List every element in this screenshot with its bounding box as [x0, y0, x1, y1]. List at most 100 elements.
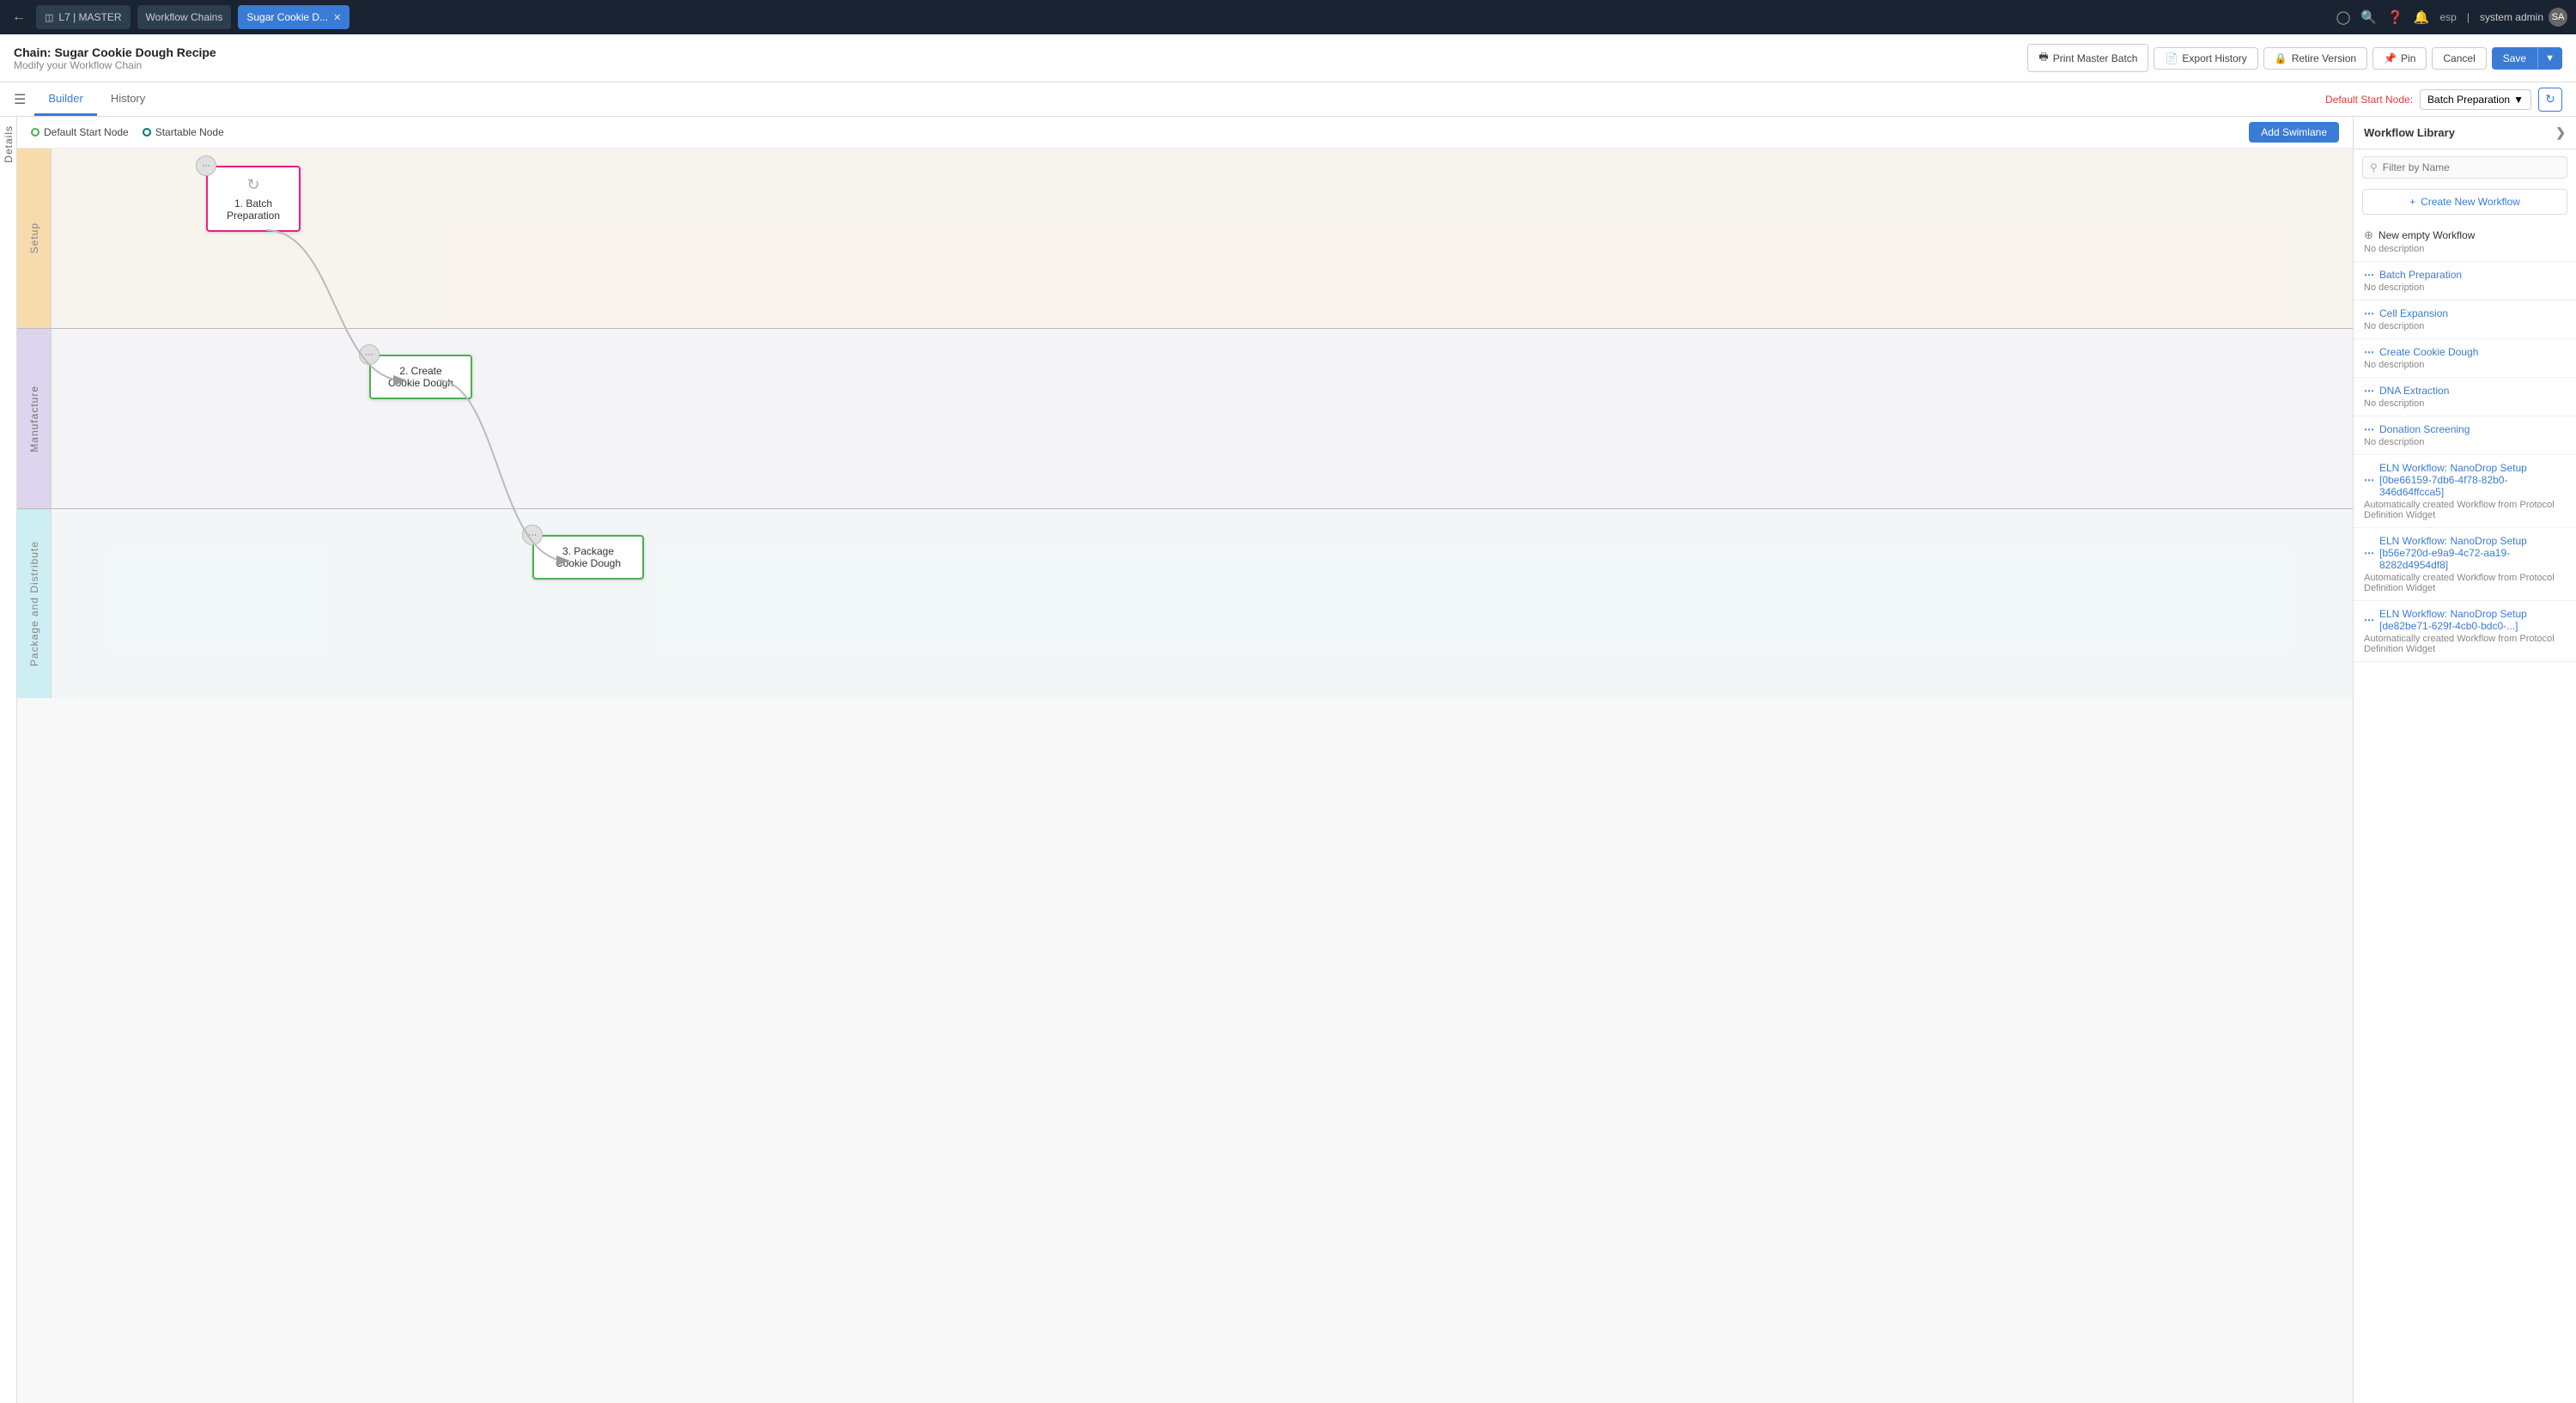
default-node-value: Batch Preparation — [2427, 94, 2510, 106]
app-tab-label: L7 | MASTER — [58, 11, 121, 23]
library-item-new-empty-desc: No description — [2364, 244, 2566, 254]
library-item-batch-prep-desc: No description — [2364, 282, 2566, 293]
workflow-node-1[interactable]: ⋯ ↻ 1. BatchPreparation — [206, 166, 301, 232]
library-item-new-empty[interactable]: ⊕ New empty Workflow No description — [2354, 222, 2576, 262]
legend-startable: Startable Node — [143, 126, 224, 138]
library-header: Workflow Library ❯ — [2354, 117, 2576, 149]
printer-icon: 🖶 — [2038, 49, 2048, 67]
locale-label: esp — [2439, 11, 2456, 23]
library-item-eln2-desc: Automatically created Workflow from Prot… — [2364, 573, 2566, 593]
add-swimlane-button[interactable]: Add Swimlane — [2249, 122, 2339, 143]
default-node-select[interactable]: Batch Preparation ▼ — [2420, 89, 2531, 110]
app-tab[interactable]: ◫ L7 | MASTER — [36, 5, 131, 29]
chain-subtitle: Modify your Workflow Chain — [14, 59, 2019, 71]
batch-prep-dots: ⋯ — [2364, 269, 2374, 281]
legend-dot-green — [31, 128, 39, 137]
print-label: Print Master Batch — [2053, 52, 2138, 64]
sugar-cookie-label: Sugar Cookie D... — [246, 11, 328, 23]
workflow-node-2[interactable]: ⋯ 2. CreateCookie Dough — [369, 355, 472, 399]
export-history-button[interactable]: 📄 Export History — [2154, 47, 2257, 70]
notification-icon[interactable]: 🔔 — [2414, 9, 2430, 25]
separator: | — [2467, 11, 2470, 23]
library-collapse-button[interactable]: ❯ — [2555, 125, 2566, 140]
save-label: Save — [2503, 52, 2526, 64]
tab-history[interactable]: History — [97, 83, 159, 116]
save-dropdown-button[interactable]: ▼ — [2537, 47, 2562, 70]
lock-icon: 🔒 — [2275, 52, 2287, 64]
save-button[interactable]: Save — [2492, 47, 2537, 70]
sugar-cookie-tab[interactable]: Sugar Cookie D... ✕ — [238, 5, 349, 29]
library-item-cookie-dough-title: ⋯ Create Cookie Dough — [2364, 346, 2566, 358]
create-workflow-button[interactable]: + Create New Workflow — [2362, 189, 2567, 215]
retire-version-button[interactable]: 🔒 Retire Version — [2263, 47, 2367, 70]
main-layout: Details Default Start Node Startable Nod… — [0, 117, 2576, 1403]
retire-label: Retire Version — [2292, 52, 2356, 64]
library-item-batch-prep[interactable]: ⋯ Batch Preparation No description — [2354, 262, 2576, 301]
library-item-eln1[interactable]: ⋯ ELN Workflow: NanoDrop Setup [0be66159… — [2354, 455, 2576, 528]
swimlane-setup-body: ⋯ ↻ 1. BatchPreparation — [52, 149, 2353, 328]
library-item-donation[interactable]: ⋯ Donation Screening No description — [2354, 416, 2576, 455]
library-item-dna-ext[interactable]: ⋯ DNA Extraction No description — [2354, 378, 2576, 416]
circle-icon: ◯ — [2336, 9, 2351, 25]
node-3-menu-button[interactable]: ⋯ — [522, 525, 543, 545]
tab-history-label: History — [111, 92, 145, 105]
refresh-button[interactable]: ↻ — [2538, 88, 2562, 112]
chevron-down-icon: ▼ — [2513, 94, 2524, 106]
swimlane-manufacture: Manufacture ⋯ 2. CreateCookie Dough — [17, 329, 2353, 509]
legend-bar: Default Start Node Startable Node Add Sw… — [17, 117, 2353, 149]
library-search-bar: ⚲ — [2362, 156, 2567, 179]
library-item-cookie-dough[interactable]: ⋯ Create Cookie Dough No description — [2354, 339, 2576, 378]
swimlane-setup-label-col: Setup — [17, 149, 52, 328]
node-1-menu-button[interactable]: ⋯ — [196, 155, 216, 176]
add-swimlane-label: Add Swimlane — [2261, 126, 2327, 138]
eln3-dots: ⋯ — [2364, 614, 2374, 626]
help-icon[interactable]: ❓ — [2387, 9, 2403, 25]
cell-exp-dots: ⋯ — [2364, 307, 2374, 319]
library-item-cell-exp-desc: No description — [2364, 321, 2566, 331]
swimlane-manufacture-label: Manufacture — [28, 386, 40, 452]
details-label[interactable]: Details — [3, 125, 15, 163]
library-item-eln1-desc: Automatically created Workflow from Prot… — [2364, 500, 2566, 520]
search-icon[interactable]: 🔍 — [2360, 9, 2377, 25]
swimlane-container: Setup ⋯ ↻ 1. BatchPreparation Manuf — [17, 149, 2353, 1403]
canvas-area: Default Start Node Startable Node Add Sw… — [17, 117, 2353, 1403]
swimlane-package-label: Package and Distribute — [28, 541, 40, 666]
donation-dots: ⋯ — [2364, 423, 2374, 435]
library-item-donation-title: ⋯ Donation Screening — [2364, 423, 2566, 435]
tab-builder[interactable]: Builder — [34, 83, 96, 116]
legend-startable-label: Startable Node — [155, 126, 224, 138]
library-item-cookie-dough-desc: No description — [2364, 360, 2566, 370]
swimlane-setup-label: Setup — [28, 222, 40, 253]
library-item-eln2[interactable]: ⋯ ELN Workflow: NanoDrop Setup [b56e720d… — [2354, 528, 2576, 601]
app-icon: ◫ — [45, 12, 53, 23]
print-master-batch-button[interactable]: 🖶 Print Master Batch — [2027, 44, 2148, 72]
topbar: ← ◫ L7 | MASTER Workflow Chains Sugar Co… — [0, 0, 2576, 34]
cancel-label: Cancel — [2443, 52, 2475, 64]
node-1-title: 1. BatchPreparation — [220, 197, 287, 222]
workflow-chains-tab[interactable]: Workflow Chains — [137, 5, 232, 29]
library-item-eln3-desc: Automatically created Workflow from Prot… — [2364, 634, 2566, 654]
close-tab-icon[interactable]: ✕ — [333, 12, 341, 23]
menu-icon[interactable]: ☰ — [14, 91, 26, 108]
node-2-menu-button[interactable]: ⋯ — [359, 344, 380, 365]
swimlane-manufacture-body: ⋯ 2. CreateCookie Dough — [52, 329, 2353, 508]
cancel-button[interactable]: Cancel — [2432, 47, 2486, 70]
header-title: Chain: Sugar Cookie Dough Recipe Modify … — [14, 46, 2019, 71]
library-search-input[interactable] — [2383, 161, 2560, 173]
library-item-dna-ext-desc: No description — [2364, 398, 2566, 409]
pin-button[interactable]: 📌 Pin — [2372, 47, 2427, 70]
export-label: Export History — [2182, 52, 2246, 64]
canvas[interactable]: Setup ⋯ ↻ 1. BatchPreparation Manuf — [17, 149, 2353, 1403]
legend-dot-teal — [143, 128, 151, 137]
legend-default-label: Default Start Node — [44, 126, 129, 138]
back-button[interactable]: ← — [9, 6, 29, 28]
workflow-chains-label: Workflow Chains — [146, 11, 223, 23]
library-items: ⊕ New empty Workflow No description ⋯ Ba… — [2354, 222, 2576, 1403]
library-item-eln3[interactable]: ⋯ ELN Workflow: NanoDrop Setup [de82be71… — [2354, 601, 2576, 662]
chain-title: Chain: Sugar Cookie Dough Recipe — [14, 46, 2019, 59]
tab-builder-label: Builder — [48, 92, 82, 105]
legend-default-start: Default Start Node — [31, 126, 129, 138]
library-item-cell-exp[interactable]: ⋯ Cell Expansion No description — [2354, 301, 2576, 339]
workflow-node-3[interactable]: ⋯ 3. PackageCookie Dough — [532, 535, 644, 580]
eln1-dots: ⋯ — [2364, 474, 2374, 486]
